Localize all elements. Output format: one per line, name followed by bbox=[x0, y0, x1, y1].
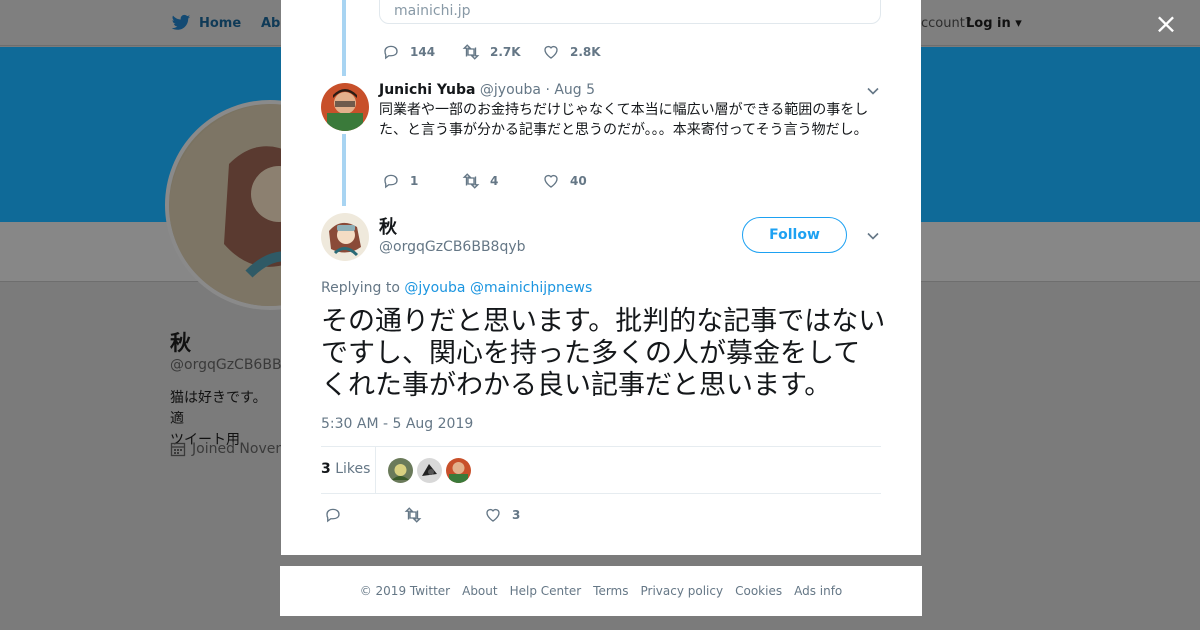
likes-stat[interactable]: 3 Likes bbox=[321, 461, 370, 477]
reply-count: 144 bbox=[410, 45, 436, 59]
nav-home-label: Home bbox=[199, 15, 242, 31]
like-count: 3 bbox=[512, 508, 521, 522]
tweet-text: その通りだと思います。批判的な記事ではないですし、関心を持った多くの人が募金をし… bbox=[321, 306, 886, 401]
liker-avatar[interactable] bbox=[446, 458, 471, 483]
like-button[interactable]: 40 bbox=[542, 172, 622, 190]
reply-button[interactable]: 1 bbox=[382, 172, 462, 190]
likes-label: Likes bbox=[335, 461, 371, 477]
retweet-count: 4 bbox=[490, 174, 499, 188]
footer-link-privacy[interactable]: Privacy policy bbox=[641, 584, 724, 598]
author-handle[interactable]: @orgqGzCB6BB8qyb bbox=[379, 239, 526, 255]
login-link[interactable]: Log in ▾ bbox=[966, 16, 1022, 31]
reply-count: 1 bbox=[410, 174, 419, 188]
tweet-date[interactable]: · Aug 5 bbox=[545, 82, 595, 98]
like-count: 40 bbox=[570, 174, 587, 188]
profile-name: 秋 bbox=[170, 331, 191, 355]
footer-copyright: © 2019 Twitter bbox=[359, 584, 451, 598]
tweet-stats: 3 Likes bbox=[321, 446, 881, 494]
reply-icon bbox=[384, 45, 398, 60]
tweet-timestamp[interactable]: 5:30 AM - 5 Aug 2019 bbox=[321, 416, 473, 432]
like-button[interactable]: 2.8K bbox=[542, 43, 622, 61]
thread-line bbox=[342, 134, 346, 206]
author-name[interactable]: 秋 bbox=[379, 213, 397, 239]
retweet-count: 2.7K bbox=[490, 45, 521, 59]
heart-icon bbox=[544, 174, 558, 188]
reply-tweet-actions: 1 4 40 bbox=[382, 172, 622, 190]
login-label: Log in bbox=[966, 16, 1011, 31]
likes-count: 3 bbox=[321, 461, 331, 477]
close-icon[interactable]: × bbox=[1153, 10, 1179, 38]
nav-home-link[interactable]: Home bbox=[171, 14, 241, 32]
retweet-button[interactable] bbox=[404, 506, 484, 524]
avatar[interactable] bbox=[321, 83, 369, 131]
reply-button[interactable] bbox=[324, 506, 404, 524]
caret-down-icon: ▾ bbox=[1015, 16, 1022, 31]
retweet-icon bbox=[462, 173, 480, 189]
liker-avatar[interactable] bbox=[417, 458, 442, 483]
avatar[interactable] bbox=[321, 213, 369, 261]
heart-icon bbox=[486, 508, 500, 522]
profile-joined-label: Joined Novem bbox=[192, 441, 289, 457]
retweet-button[interactable]: 4 bbox=[462, 172, 542, 190]
reply-icon bbox=[384, 174, 398, 189]
calendar-icon bbox=[170, 442, 186, 457]
account-prompt: ccount? bbox=[921, 16, 972, 31]
main-tweet-actions: 3 bbox=[324, 506, 564, 524]
follow-button[interactable]: Follow bbox=[742, 217, 847, 253]
retweet-button[interactable]: 2.7K bbox=[462, 43, 542, 61]
reply-tweet-header: Junichi Yuba @jyouba · Aug 5 bbox=[379, 82, 595, 98]
liker-avatar[interactable] bbox=[388, 458, 413, 483]
previous-tweet-actions: 144 2.7K 2.8K bbox=[382, 43, 622, 61]
footer-links: © 2019 Twitter About Help Center Terms P… bbox=[280, 566, 922, 616]
twitter-bird-icon bbox=[171, 14, 191, 30]
footer-link-help-center[interactable]: Help Center bbox=[510, 584, 582, 598]
like-button[interactable]: 3 bbox=[484, 506, 564, 524]
reply-tweet-text: 同業者や一部のお金持ちだけじゃなくて本当に幅広い層ができる範囲の事をした、と言う… bbox=[379, 102, 869, 138]
like-count: 2.8K bbox=[570, 45, 601, 59]
replying-prefix: Replying to bbox=[321, 280, 400, 296]
retweet-icon bbox=[462, 44, 480, 60]
divider bbox=[375, 447, 376, 493]
mention-link[interactable]: @mainichijpnews bbox=[470, 280, 592, 296]
chevron-down-icon[interactable] bbox=[866, 229, 880, 243]
replying-to: Replying to @jyouba @mainichijpnews bbox=[321, 280, 592, 296]
tweet-modal: mainichi.jp 144 2.7K 2.8K Junichi Yuba @… bbox=[281, 0, 921, 555]
author-name[interactable]: Junichi Yuba bbox=[379, 82, 475, 98]
footer-link-ads-info[interactable]: Ads info bbox=[794, 584, 842, 598]
reply-icon bbox=[326, 508, 340, 523]
profile-bio-line: 猫は好きです。適 bbox=[170, 390, 267, 427]
link-domain: mainichi.jp bbox=[394, 3, 471, 19]
footer-link-cookies[interactable]: Cookies bbox=[735, 584, 782, 598]
author-handle[interactable]: @jyouba bbox=[480, 82, 541, 98]
profile-joined: Joined Novem bbox=[170, 441, 289, 457]
thread-line bbox=[342, 0, 346, 76]
reply-button[interactable]: 144 bbox=[382, 43, 462, 61]
profile-handle: @orgqGzCB6BB8 bbox=[170, 357, 291, 373]
footer-link-about[interactable]: About bbox=[462, 584, 497, 598]
mention-link[interactable]: @jyouba bbox=[404, 280, 465, 296]
heart-icon bbox=[544, 45, 558, 59]
link-preview-card[interactable]: mainichi.jp bbox=[379, 0, 881, 24]
retweet-icon bbox=[404, 507, 422, 523]
chevron-down-icon[interactable] bbox=[866, 84, 880, 98]
footer-link-terms[interactable]: Terms bbox=[593, 584, 628, 598]
